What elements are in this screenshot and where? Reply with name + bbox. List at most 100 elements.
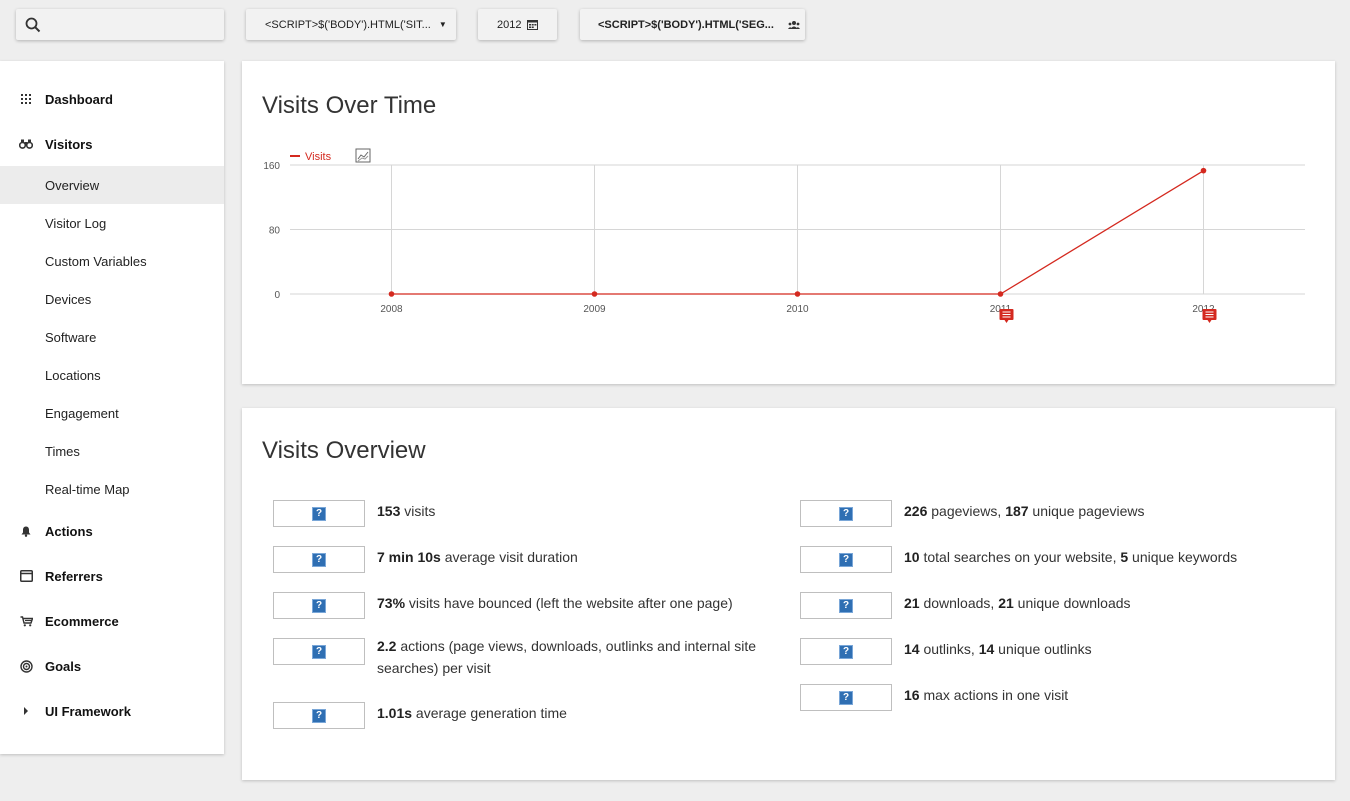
sparkline-placeholder[interactable]: ?	[273, 638, 365, 665]
metric-text: 1.01s average generation time	[377, 702, 567, 724]
missing-image-icon: ?	[312, 506, 326, 521]
sidebar-item-ui-framework[interactable]: UI Framework	[0, 700, 224, 722]
date-selector[interactable]: 2012	[478, 9, 557, 40]
target-icon	[18, 658, 34, 674]
site-selector-label: <SCRIPT>$('BODY').HTML('SIT...	[265, 18, 431, 31]
sidebar-item-real-time-map[interactable]: Real-time Map	[0, 470, 224, 508]
visits-overview-widget: Visits Overview ? 153 visits? 7 min 10s av…	[242, 408, 1335, 780]
sidebar-item-engagement[interactable]: Engagement	[0, 394, 224, 432]
sidebar-item-overview[interactable]: Overview	[0, 166, 224, 204]
date-label: 2012	[497, 18, 522, 31]
caret-down-icon: ▼	[438, 20, 447, 29]
metric-label: unique outlinks	[994, 641, 1092, 657]
annotation-icon[interactable]	[999, 309, 1014, 323]
users-icon	[787, 20, 800, 30]
sidebar-item-visitors[interactable]: Visitors	[0, 133, 224, 155]
grid-icon	[18, 91, 34, 107]
sparkline-placeholder[interactable]: ?	[273, 546, 365, 573]
sparkline-placeholder[interactable]: ?	[273, 592, 365, 619]
missing-image-icon: ?	[839, 506, 853, 521]
metric-label: max actions in one visit	[919, 687, 1069, 703]
bell-icon	[18, 523, 34, 539]
sidebar: Dashboard Visitors Overview Visitor Log …	[0, 61, 224, 754]
chart-type-icon[interactable]	[355, 148, 371, 163]
sidebar-item-software[interactable]: Software	[0, 318, 224, 356]
sidebar-item-label: Ecommerce	[45, 613, 119, 629]
sidebar-item-label: Real-time Map	[45, 481, 130, 497]
metric-row: ? 7 min 10s average visit duration	[273, 546, 578, 573]
sidebar-item-label: Engagement	[45, 405, 119, 421]
sparkline-placeholder[interactable]: ?	[800, 592, 892, 619]
metric-label: average visit duration	[440, 549, 578, 565]
metric-text: 7 min 10s average visit duration	[377, 546, 578, 568]
sidebar-item-goals[interactable]: Goals	[0, 655, 224, 677]
sidebar-item-label: Locations	[45, 367, 101, 383]
widget-title: Visits Overview	[262, 437, 426, 464]
sparkline-placeholder[interactable]: ?	[800, 546, 892, 573]
sidebar-item-label: Visitor Log	[45, 215, 107, 231]
y-tick-label: 0	[274, 290, 280, 301]
binoculars-icon	[18, 136, 34, 152]
search-input[interactable]	[16, 9, 224, 40]
sidebar-item-label: Visitors	[45, 136, 93, 152]
sparkline-placeholder[interactable]: ?	[800, 500, 892, 527]
sidebar-item-locations[interactable]: Locations	[0, 356, 224, 394]
metric-value: 2.2	[377, 638, 397, 654]
metric-label: unique downloads	[1013, 595, 1131, 611]
annotation-icon[interactable]	[1202, 309, 1217, 323]
search-icon	[25, 17, 41, 33]
sidebar-item-times[interactable]: Times	[0, 432, 224, 470]
sparkline-placeholder[interactable]: ?	[800, 684, 892, 711]
sidebar-item-ecommerce[interactable]: Ecommerce	[0, 610, 224, 632]
sparkline-placeholder[interactable]: ?	[800, 638, 892, 665]
metric-row: ? 14 outlinks, 14 unique outlinks	[800, 638, 1092, 665]
metric-text: 16 max actions in one visit	[904, 684, 1068, 706]
metric-value: 14	[978, 641, 995, 657]
metric-value: 226	[904, 503, 928, 519]
metric-label: unique keywords	[1128, 549, 1238, 565]
missing-image-icon: ?	[839, 598, 853, 613]
metric-value: 16	[904, 687, 920, 703]
sidebar-item-referrers[interactable]: Referrers	[0, 565, 224, 587]
metric-label: downloads,	[919, 595, 999, 611]
metric-row: ? 16 max actions in one visit	[800, 684, 1068, 711]
metric-text: 73% visits have bounced (left the websit…	[377, 592, 733, 614]
sparkline-placeholder[interactable]: ?	[273, 702, 365, 729]
metric-text: 14 outlinks, 14 unique outlinks	[904, 638, 1092, 660]
sidebar-item-actions[interactable]: Actions	[0, 520, 224, 542]
sidebar-item-label: Times	[45, 443, 80, 459]
site-selector[interactable]: <SCRIPT>$('BODY').HTML('SIT... ▼	[246, 9, 456, 40]
metric-label: pageviews,	[927, 503, 1006, 519]
caret-right-icon	[18, 703, 34, 719]
sidebar-item-label: Software	[45, 329, 97, 345]
visits-over-time-widget: Visits Over Time Visits 0 80 160 2008 2009 201…	[242, 61, 1335, 384]
missing-image-icon: ?	[312, 552, 326, 567]
sidebar-item-custom-variables[interactable]: Custom Variables	[0, 242, 224, 280]
sidebar-item-visitor-log[interactable]: Visitor Log	[0, 204, 224, 242]
sidebar-item-label: Devices	[45, 291, 92, 307]
metric-text: 21 downloads, 21 unique downloads	[904, 592, 1131, 614]
segment-label: <SCRIPT>$('BODY').HTML('SEG...	[598, 18, 774, 31]
metric-text: 226 pageviews, 187 unique pageviews	[904, 500, 1145, 522]
sidebar-item-devices[interactable]: Devices	[0, 280, 224, 318]
sidebar-item-label: Goals	[45, 658, 82, 674]
x-tick-label: 2008	[380, 304, 403, 315]
y-tick-label: 80	[269, 226, 281, 237]
metric-row: ? 226 pageviews, 187 unique pageviews	[800, 500, 1145, 527]
sparkline-placeholder[interactable]: ?	[273, 500, 365, 527]
metric-row: ? 73% visits have bounced (left the websi…	[273, 592, 733, 619]
visits-line-chart: Visits08016020082009201020112012	[263, 148, 1305, 323]
data-point	[591, 291, 598, 297]
missing-image-icon: ?	[839, 690, 853, 705]
metric-label: total searches on your website,	[919, 549, 1121, 565]
metric-value: 73%	[377, 595, 406, 611]
metric-value: 10	[904, 549, 920, 565]
segment-selector[interactable]: <SCRIPT>$('BODY').HTML('SEG...	[580, 9, 805, 40]
missing-image-icon: ?	[312, 644, 326, 659]
data-point	[1200, 167, 1207, 174]
sidebar-item-dashboard[interactable]: Dashboard	[0, 88, 224, 110]
sidebar-item-label: Dashboard	[45, 91, 113, 107]
metric-value: 153	[377, 503, 401, 519]
metric-value: 21	[998, 595, 1014, 611]
data-point	[388, 291, 395, 297]
